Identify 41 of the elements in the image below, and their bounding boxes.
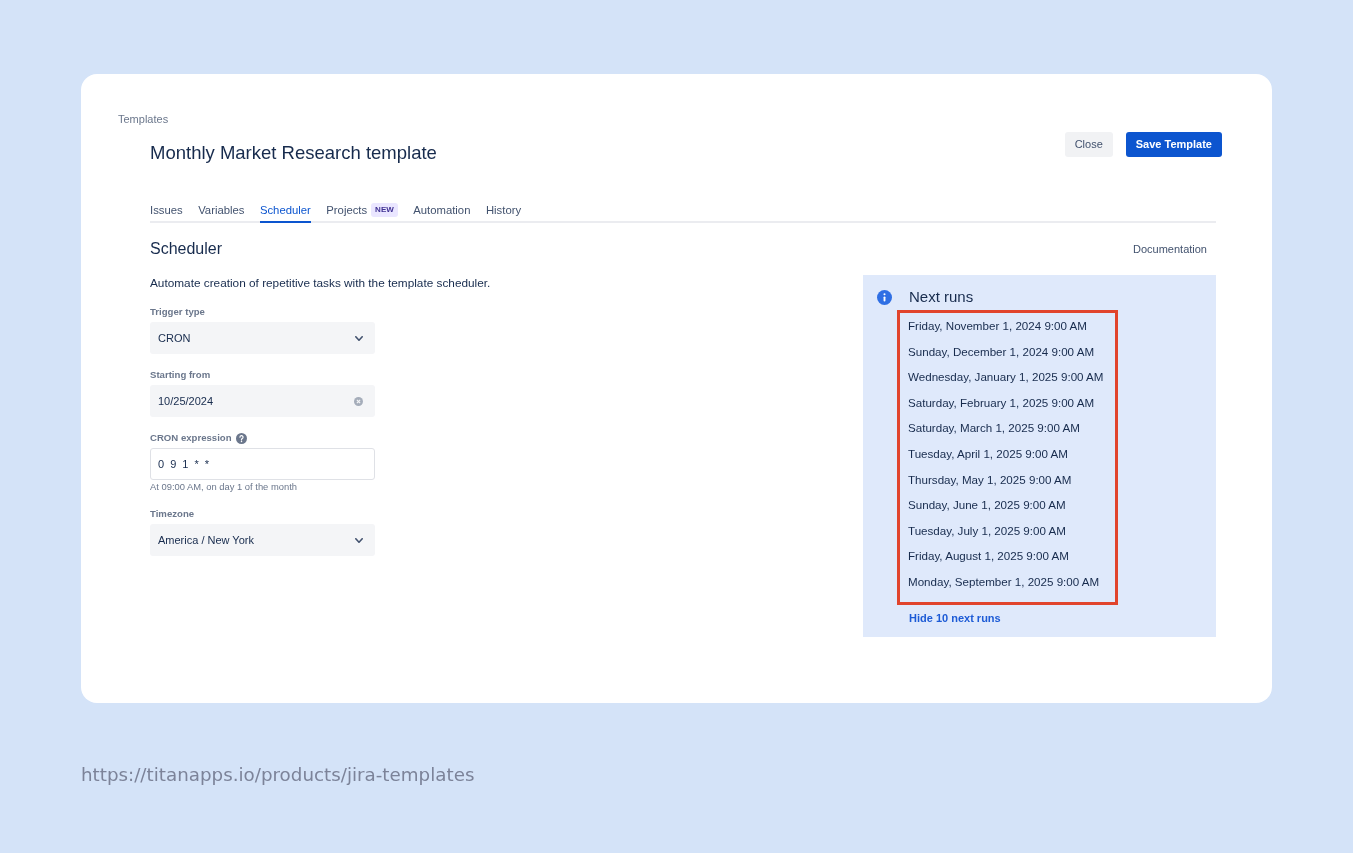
clear-icon — [354, 396, 363, 406]
helper-text: At 09:00 AM, on day 1 of the month — [150, 481, 297, 493]
run-date: Monday, September 1, 2025 9:00 AM — [908, 573, 1100, 590]
tab[interactable]: Scheduler — [259, 203, 311, 223]
tab[interactable]: Projects NEW — [326, 203, 398, 223]
run-date: Sunday, June 1, 2025 9:00 AM — [908, 497, 1066, 514]
run-date: Tuesday, April 1, 2025 9:00 AM — [908, 445, 1068, 462]
select-field[interactable]: America / New York — [150, 524, 375, 556]
chevron-down-icon — [355, 335, 363, 341]
run-date: Saturday, March 1, 2025 9:00 AM — [908, 420, 1080, 437]
save-button[interactable]: Save Template — [1125, 132, 1222, 157]
documentation-link[interactable]: Documentation — [1133, 240, 1207, 258]
input-field[interactable]: 0 9 1 * * — [150, 448, 375, 480]
description-text: Automate creation of repetitive tasks with the template scheduler. — [150, 276, 491, 290]
info-icon — [877, 289, 892, 305]
field-label: Timezone — [150, 508, 195, 520]
run-date: Wednesday, January 1, 2025 9:00 AM — [908, 369, 1104, 386]
source-url: https://titanapps.io/products/jira-templates — [81, 764, 475, 786]
close-button[interactable]: Close — [1064, 132, 1113, 157]
tab[interactable]: Automation — [413, 203, 471, 223]
run-date: Friday, November 1, 2024 9:00 AM — [908, 318, 1087, 334]
run-date: Friday, August 1, 2025 9:00 AM — [908, 548, 1069, 565]
field-label: Trigger type — [150, 306, 205, 318]
field-label: Starting from — [150, 369, 211, 381]
hide-runs-link[interactable]: Hide 10 next runs — [909, 610, 1001, 625]
select-field[interactable]: CRON — [150, 322, 375, 354]
run-date: Saturday, February 1, 2025 9:00 AM — [908, 394, 1095, 411]
run-date: Thursday, May 1, 2025 9:00 AM — [908, 471, 1072, 488]
chevron-down-icon — [355, 537, 363, 543]
run-date: Sunday, December 1, 2024 9:00 AM — [908, 343, 1095, 360]
field-label: CRON expression — [150, 432, 232, 444]
new-badge: NEW — [371, 203, 398, 217]
page-title: Monthly Market Research template — [150, 142, 437, 164]
tab[interactable]: History — [485, 203, 522, 223]
panel-title: Next runs — [909, 287, 974, 307]
date-field[interactable]: 10/25/2024 — [150, 385, 375, 417]
tab[interactable]: Variables — [198, 203, 245, 223]
run-date: Tuesday, July 1, 2025 9:00 AM — [908, 522, 1066, 539]
section-heading: Scheduler — [150, 239, 223, 259]
tab[interactable]: Issues — [150, 203, 183, 223]
breadcrumb-link[interactable]: Templates — [118, 112, 169, 126]
